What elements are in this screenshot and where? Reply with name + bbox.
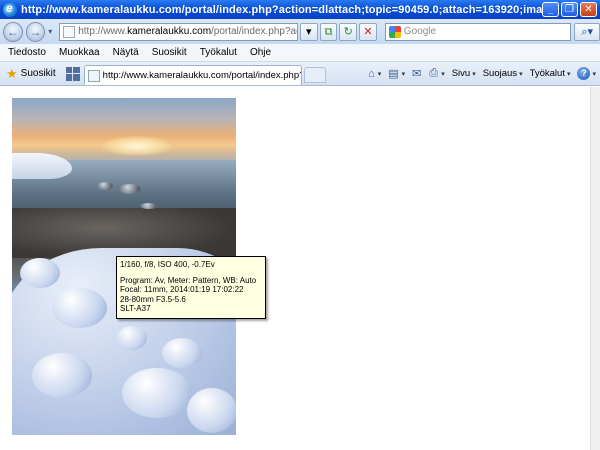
tooltip-focal: Focal: 11mm, 2014:01:19 17:02:22 (120, 285, 244, 295)
photo-snow-lump (162, 338, 202, 368)
menu-tools[interactable]: Työkalut (200, 47, 237, 58)
photo-snow-lump (122, 368, 192, 418)
tab-current[interactable]: http://www.kameralaukku.com/portal/index… (83, 65, 302, 85)
menu-bar: Tiedosto Muokkaa Näytä Suosikit Työkalut… (0, 44, 600, 62)
photo-snow-lump (52, 288, 107, 328)
help-icon: ? (577, 67, 591, 80)
safety-menu-button[interactable]: Suojaus ▾ (483, 68, 523, 79)
refresh-button[interactable]: ↻ (339, 22, 358, 41)
search-input[interactable]: Google (384, 22, 572, 41)
tooltip-lens: 28-80mm F3.5-5.6 (120, 294, 186, 304)
tab-title: http://www.kameralaukku.com/portal/index… (102, 70, 302, 81)
print-button[interactable]: ⎙ ▾ (429, 67, 444, 80)
favorites-label: Suosikit (20, 68, 56, 79)
address-dropdown-button[interactable]: ▾ (299, 22, 318, 41)
print-icon: ⎙ (429, 67, 439, 79)
menu-help[interactable]: Ohje (250, 47, 271, 58)
star-icon: ★ (6, 66, 18, 81)
menu-view[interactable]: Näytä (113, 47, 139, 58)
photo-rock (97, 182, 113, 190)
home-button[interactable]: ⌂ ▾ (368, 68, 381, 80)
photo-rock (140, 203, 158, 209)
photo-snow-lump (117, 326, 147, 350)
photo-snow-lump (32, 353, 92, 398)
url-path: /portal/index.php?action=dla (211, 26, 297, 37)
history-dropdown-icon[interactable]: ▾ (45, 27, 55, 36)
compatibility-view-button[interactable]: ⧉ (319, 22, 338, 41)
help-menu-button[interactable]: ? ▾ (577, 67, 596, 80)
minimize-button[interactable]: _ (542, 2, 559, 17)
title-bar[interactable]: http://www.kameralaukku.com/portal/index… (0, 0, 600, 19)
vertical-scrollbar[interactable] (590, 87, 600, 450)
photo-sunset-glow (102, 136, 172, 156)
tools-menu-button[interactable]: Työkalut ▾ (530, 68, 571, 79)
menu-file[interactable]: Tiedosto (8, 47, 46, 58)
new-tab-button[interactable] (303, 67, 326, 83)
window-title: http://www.kameralaukku.com/portal/index… (21, 3, 542, 16)
quick-tabs-icon[interactable] (65, 66, 80, 81)
menu-edit[interactable]: Muokkaa (59, 47, 100, 58)
page-menu-button[interactable]: Sivu ▾ (452, 68, 476, 79)
photo-snow-lump (187, 388, 236, 433)
menu-favorites[interactable]: Suosikit (152, 47, 187, 58)
page-icon (87, 69, 100, 82)
exif-tooltip: 1/160, f/8, ISO 400, -0.7Ev Program: Av,… (116, 256, 266, 319)
feeds-icon: ▤ (388, 68, 399, 80)
mail-icon: ✉ (412, 68, 422, 80)
command-bar: ⌂ ▾ ▤ ▾ ✉ ⎙ ▾ Sivu ▾ Suojaus ▾ Työkalut ▾ ? ▾ (361, 67, 600, 80)
favorites-button[interactable]: ★ Suosikit (6, 67, 56, 80)
search-go-button[interactable]: ⌕▾ (574, 22, 600, 41)
page-icon (63, 25, 76, 38)
maximize-button[interactable]: ❐ (561, 2, 578, 17)
back-button[interactable]: ← (3, 21, 23, 42)
search-placeholder: Google (403, 26, 437, 37)
forward-button[interactable]: → (25, 21, 46, 42)
favorites-bar: ★ Suosikit http://www.kameralaukku.com/p… (0, 62, 600, 86)
address-input[interactable]: http://www. kameralaukku.com/portal/index… (59, 22, 298, 41)
tooltip-camera: SLT-A37 (120, 304, 151, 314)
mail-button[interactable]: ✉ (412, 67, 422, 80)
close-button[interactable]: ✕ (580, 2, 597, 17)
photo-ice-shelf (12, 153, 72, 179)
tooltip-exposure: 1/160, f/8, ISO 400, -0.7Ev (120, 260, 215, 269)
url-host: kameralaukku.com (127, 26, 212, 37)
photo-rock (119, 184, 141, 194)
stop-button[interactable]: ✕ (359, 22, 377, 41)
photo-snow-lump (20, 258, 60, 288)
url-prefix: http://www. (78, 26, 128, 37)
home-icon: ⌂ (368, 67, 375, 80)
feeds-button[interactable]: ▤ ▾ (388, 67, 405, 80)
tooltip-program: Program: Av, Meter: Pattern, WB: Auto (120, 275, 257, 285)
address-toolbar: ← → ▾ http://www. kameralaukku.com/portal… (0, 19, 600, 44)
internet-explorer-icon (3, 1, 17, 17)
google-icon (388, 25, 401, 38)
